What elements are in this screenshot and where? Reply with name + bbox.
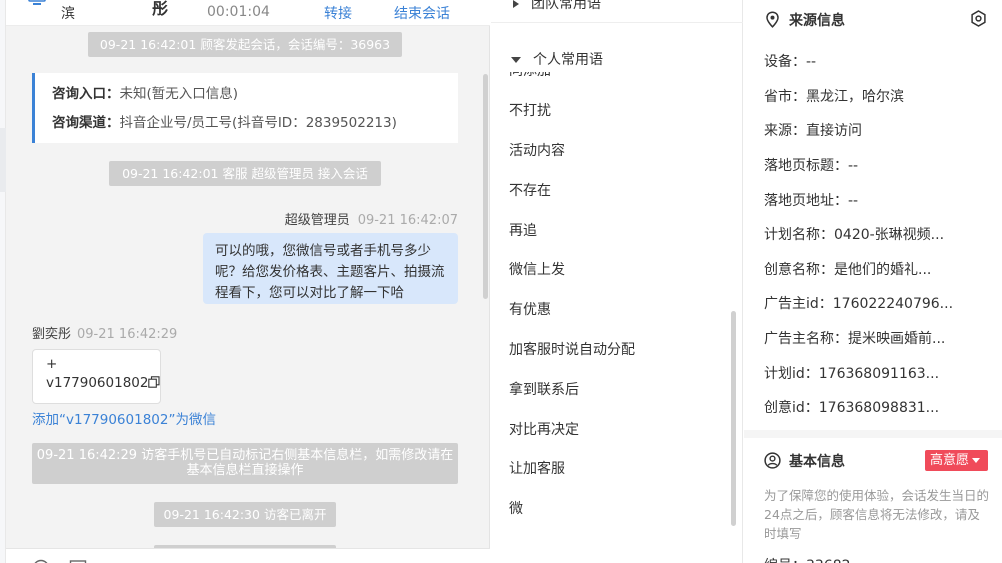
- user-icon: [764, 452, 781, 469]
- chat-panel: 滨 彤 00:01:04 转接 结束会话 09-21 16:42:01 顾客发起…: [6, 0, 490, 563]
- source-info-title: 来源信息: [764, 10, 845, 30]
- consult-entry-value: 未知(暂无入口信息): [119, 86, 239, 102]
- phrase-scrollbar[interactable]: [731, 311, 736, 526]
- basic-info-title: 基本信息: [764, 451, 845, 471]
- team-phrases-label: 团队常用语: [531, 0, 601, 12]
- visitor-message-number: v17790601802: [46, 375, 149, 391]
- phrase-item[interactable]: 拿到联系后: [509, 379, 579, 399]
- chat-input-toolbar: [6, 548, 490, 563]
- visitor-message-number-row: v17790601802: [46, 373, 161, 393]
- chat-scrollbar[interactable]: [483, 74, 488, 299]
- image-icon[interactable]: [69, 559, 87, 563]
- consult-channel-value: 抖音企业号/员工号(抖音号ID：2839502213): [119, 115, 397, 131]
- source-advertiser-id: 广告主id：176022240796...: [764, 296, 954, 312]
- consult-channel-row: 咨询渠道：抖音企业号/员工号(抖音号ID：2839502213): [52, 112, 458, 141]
- section-divider: [744, 430, 1002, 438]
- consult-entry-row: 咨询入口：未知(暂无入口信息): [52, 83, 458, 112]
- chat-message-list[interactable]: 09-21 16:42:01 顾客发起会话，会话编号：36963 咨询入口：未知…: [6, 26, 490, 548]
- transfer-button[interactable]: 转接: [324, 3, 352, 23]
- gear-icon[interactable]: [970, 10, 987, 27]
- end-session-button[interactable]: 结束会话: [394, 3, 450, 23]
- source-creative-id: 创意id：176368098831...: [764, 400, 940, 416]
- source-origin: 来源：直接访问: [764, 123, 862, 139]
- session-timer: 00:01:04: [207, 4, 270, 20]
- visitor-message-time: 09-21 16:42:29: [77, 327, 178, 342]
- personal-phrases-group[interactable]: 个人常用语: [491, 48, 743, 72]
- phrase-item[interactable]: 活动内容: [509, 140, 565, 160]
- team-phrases-group[interactable]: 团队常用语: [491, 0, 743, 23]
- source-plan-id: 计划id：176368091163...: [764, 366, 940, 382]
- add-wechat-link[interactable]: 添加“v17790601802”为微信: [32, 408, 216, 428]
- agent-message-time: 09-21 16:42:07: [357, 213, 458, 228]
- intent-level-dropdown[interactable]: 高意愿: [925, 450, 988, 471]
- agent-message-bubble: 可以的哦，您微信号或者手机号多少呢？给您发价格表、主题客片、拍摄流程看下，您可以…: [203, 233, 458, 304]
- agent-name: 超级管理员: [284, 213, 350, 228]
- visitor-location: 滨: [61, 6, 75, 22]
- source-advertiser-name: 广告主名称：提米映画婚前...: [764, 331, 946, 347]
- system-message-agent-join: 09-21 16:42:01 客服 超级管理员 接入会话: [109, 161, 381, 186]
- phrase-item[interactable]: 不打扰: [509, 100, 551, 120]
- chat-header: 滨 彤 00:01:04 转接 结束会话: [6, 0, 490, 26]
- phrase-item[interactable]: 让加客服: [509, 458, 565, 478]
- system-message-session-start: 09-21 16:42:01 顾客发起会话，会话编号：36963: [88, 32, 402, 57]
- app-root: 滨 彤 00:01:04 转接 结束会话 09-21 16:42:01 顾客发起…: [0, 0, 1002, 563]
- caret-right-icon: [513, 0, 519, 8]
- system-message-phone-marked: 09-21 16:42:29 访客手机号已自动标记右侧基本信息栏，如需修改请在基…: [32, 443, 458, 484]
- phrase-item[interactable]: 不存在: [509, 180, 551, 200]
- source-province: 省市：黑龙江，哈尔滨: [764, 89, 904, 105]
- customer-id-row: 编号：33682: [764, 555, 851, 563]
- visitor-message-bubble: + v17790601802: [32, 349, 161, 404]
- visitor-name: 劉奕彤: [32, 327, 72, 342]
- source-landing-title: 落地页标题：--: [764, 158, 859, 174]
- visitor-message-plus: +: [46, 356, 58, 372]
- phrase-item-clipped: 同添加: [509, 72, 551, 80]
- source-landing-url: 落地页地址：--: [764, 193, 859, 209]
- location-pin-icon: [766, 11, 779, 28]
- basic-info-label: 基本信息: [789, 454, 845, 470]
- agent-message-meta: 超级管理员 09-21 16:42:07: [285, 209, 458, 228]
- chevron-down-icon: [972, 458, 981, 463]
- phrase-item[interactable]: 再追: [509, 220, 537, 240]
- consult-entry-label: 咨询入口：: [52, 86, 120, 102]
- phrase-item[interactable]: 微信上发: [509, 259, 565, 279]
- system-message-visitor-left: 09-21 16:42:30 访客已离开: [154, 502, 336, 527]
- caret-down-icon: [511, 57, 521, 63]
- phrase-item[interactable]: 有优惠: [509, 299, 551, 319]
- phrase-item[interactable]: 对比再决定: [509, 419, 579, 439]
- phrase-item[interactable]: 微: [509, 498, 523, 518]
- source-creative-name: 创意名称：是他们的婚礼...: [764, 262, 932, 278]
- source-info-label: 来源信息: [789, 13, 845, 29]
- intent-level-value: 高意愿: [930, 453, 970, 468]
- personal-phrases-label: 个人常用语: [533, 52, 603, 68]
- emoji-icon[interactable]: [32, 559, 50, 563]
- source-plan-name: 计划名称：0420-张琳视频...: [764, 227, 945, 243]
- monitor-icon: [28, 0, 46, 5]
- phrase-list[interactable]: 同添加 不打扰 活动内容 不存在 再追 微信上发 有优惠 加客服时说自动分配 拿…: [491, 72, 743, 532]
- visitor-name-header: 彤: [152, 0, 169, 18]
- source-device: 设备：--: [764, 54, 817, 70]
- customer-info-panel: 来源信息 设备：-- 省市：黑龙江，哈尔滨 来源：直接访问 落地页标题：-- 落…: [744, 0, 1002, 563]
- consult-channel-label: 咨询渠道：: [52, 115, 120, 131]
- quick-phrases-panel: 团队常用语 个人常用语 同添加 不打扰 活动内容 不存在 再追 微信上发 有优惠…: [491, 0, 743, 563]
- copy-icon[interactable]: [148, 376, 161, 388]
- phrase-item[interactable]: 加客服时说自动分配: [509, 339, 635, 359]
- consult-info-card: 咨询入口：未知(暂无入口信息) 咨询渠道：抖音企业号/员工号(抖音号ID：283…: [32, 73, 458, 143]
- edit-deadline-note: 为了保障您的使用体验，会话发生当日的24点之后，顾客信息将无法修改，请及时填写: [764, 488, 990, 541]
- visitor-message-meta: 劉奕彤 09-21 16:42:29: [32, 323, 177, 342]
